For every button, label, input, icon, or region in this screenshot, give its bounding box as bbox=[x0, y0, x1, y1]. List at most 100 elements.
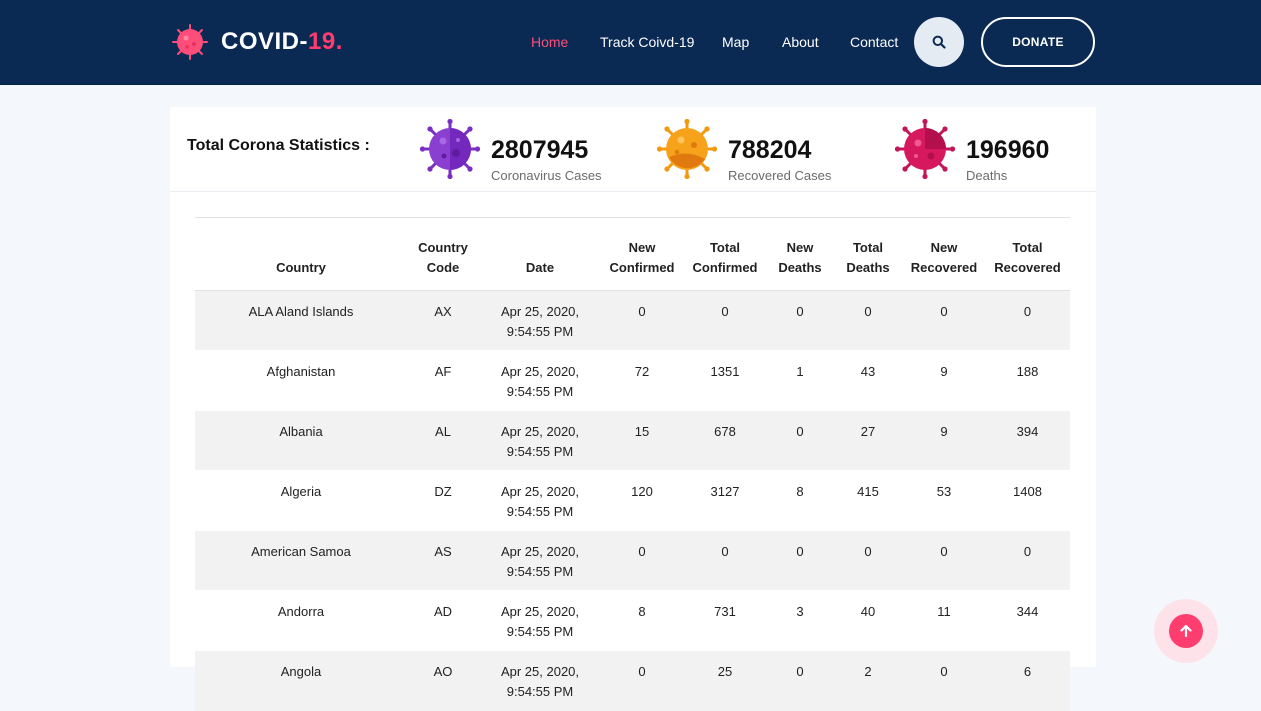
col-total-recovered[interactable]: Total Recovered bbox=[985, 217, 1070, 291]
back-to-top-button[interactable] bbox=[1154, 599, 1218, 663]
nav-map[interactable]: Map bbox=[722, 33, 749, 51]
nav-contact[interactable]: Contact bbox=[850, 33, 898, 51]
cell-country: American Samoa bbox=[195, 530, 407, 591]
nav-about[interactable]: About bbox=[782, 33, 819, 51]
cell-code: AS bbox=[407, 530, 479, 591]
cell-new-deaths: 1 bbox=[767, 350, 833, 411]
table-row[interactable]: Angola AO Apr 25, 2020, 9:54:55 PM 0 25 0 2 0 6 bbox=[195, 650, 1070, 711]
cell-total-confirmed: 3127 bbox=[683, 470, 767, 531]
cell-total-recovered: 344 bbox=[985, 590, 1070, 651]
table-row[interactable]: American Samoa AS Apr 25, 2020, 9:54:55 PM 0… bbox=[195, 530, 1070, 591]
donate-button[interactable]: DONATE bbox=[981, 17, 1095, 67]
cell-code: AL bbox=[407, 410, 479, 471]
stats-title: Total Corona Statistics : bbox=[187, 137, 370, 154]
col-total-deaths[interactable]: Total Deaths bbox=[833, 217, 903, 291]
cell-total-recovered: 394 bbox=[985, 410, 1070, 471]
table-row[interactable]: ALA Aland Islands AX Apr 25, 2020, 9:54:55 … bbox=[195, 290, 1070, 351]
cell-date: Apr 25, 2020, 9:54:55 PM bbox=[479, 590, 601, 651]
cases-count: 2807945 bbox=[491, 136, 589, 164]
cell-date-line-1: Apr 25, 2020, bbox=[500, 664, 580, 679]
col-total-confirmed[interactable]: Total Confirmed bbox=[683, 217, 767, 291]
cell-total-recovered: 1408 bbox=[985, 470, 1070, 531]
cell-new-confirmed: 15 bbox=[601, 410, 683, 471]
cell-date-line-2: 9:54:55 PM bbox=[506, 684, 574, 699]
cell-date-line-1: Apr 25, 2020, bbox=[500, 484, 580, 499]
cell-total-confirmed: 0 bbox=[683, 530, 767, 591]
country-table-wrapper[interactable]: Country Country Code Date New Confirmed To… bbox=[195, 217, 1070, 711]
cell-date-line-1: Apr 25, 2020, bbox=[500, 304, 580, 319]
cell-date: Apr 25, 2020, 9:54:55 PM bbox=[479, 410, 601, 471]
arrow-up-icon bbox=[1180, 624, 1192, 638]
cell-date: Apr 25, 2020, 9:54:55 PM bbox=[479, 650, 601, 711]
cell-new-confirmed: 72 bbox=[601, 350, 683, 411]
table-row[interactable]: Albania AL Apr 25, 2020, 9:54:55 PM 15 678 0 27… bbox=[195, 410, 1070, 471]
cell-total-recovered: 0 bbox=[985, 290, 1070, 351]
table-row[interactable]: Algeria DZ Apr 25, 2020, 9:54:55 PM 120 3127 8… bbox=[195, 470, 1070, 531]
cell-total-confirmed: 0 bbox=[683, 290, 767, 351]
brand-name-main: COVID- bbox=[221, 28, 308, 55]
stats-summary: Total Corona Statistics : 2807945 Corona… bbox=[170, 107, 1096, 192]
brand-name: COVID-19. bbox=[221, 28, 343, 56]
cell-new-recovered: 9 bbox=[903, 410, 985, 471]
col-new-recovered[interactable]: New Recovered bbox=[903, 217, 985, 291]
cell-total-deaths: 0 bbox=[833, 290, 903, 351]
virus-orange-icon bbox=[657, 119, 717, 179]
cell-country: Afghanistan bbox=[195, 350, 407, 411]
cell-new-deaths: 8 bbox=[767, 470, 833, 531]
cell-total-recovered: 0 bbox=[985, 530, 1070, 591]
table-body: ALA Aland Islands AX Apr 25, 2020, 9:54:55 … bbox=[195, 290, 1070, 711]
cell-date: Apr 25, 2020, 9:54:55 PM bbox=[479, 290, 601, 351]
col-country[interactable]: Country bbox=[195, 217, 407, 291]
search-button[interactable] bbox=[914, 17, 964, 67]
cell-country: Albania bbox=[195, 410, 407, 471]
cell-total-deaths: 2 bbox=[833, 650, 903, 711]
cell-new-recovered: 0 bbox=[903, 650, 985, 711]
back-to-top-circle bbox=[1169, 614, 1203, 648]
cell-country: ALA Aland Islands bbox=[195, 290, 407, 351]
cell-new-deaths: 3 bbox=[767, 590, 833, 651]
cases-label: Coronavirus Cases bbox=[491, 168, 602, 183]
cell-new-deaths: 0 bbox=[767, 410, 833, 471]
cell-country: Angola bbox=[195, 650, 407, 711]
nav-track[interactable]: Track Coivd-19 bbox=[600, 33, 694, 51]
cell-new-recovered: 9 bbox=[903, 350, 985, 411]
cell-total-deaths: 43 bbox=[833, 350, 903, 411]
cell-new-deaths: 0 bbox=[767, 650, 833, 711]
cell-total-confirmed: 678 bbox=[683, 410, 767, 471]
deaths-count: 196960 bbox=[966, 136, 1050, 164]
cell-total-recovered: 188 bbox=[985, 350, 1070, 411]
cell-date-line-2: 9:54:55 PM bbox=[506, 384, 574, 399]
cell-total-deaths: 40 bbox=[833, 590, 903, 651]
cell-total-confirmed: 731 bbox=[683, 590, 767, 651]
table-row[interactable]: Afghanistan AF Apr 25, 2020, 9:54:55 PM 72 13… bbox=[195, 350, 1070, 411]
cell-new-confirmed: 8 bbox=[601, 590, 683, 651]
cell-date-line-1: Apr 25, 2020, bbox=[500, 364, 580, 379]
cell-code: AO bbox=[407, 650, 479, 711]
cell-country: Andorra bbox=[195, 590, 407, 651]
cell-date: Apr 25, 2020, 9:54:55 PM bbox=[479, 530, 601, 591]
table-row[interactable]: Andorra AD Apr 25, 2020, 9:54:55 PM 8 731 3 40 1… bbox=[195, 590, 1070, 651]
deaths-label: Deaths bbox=[966, 168, 1008, 183]
col-date[interactable]: Date bbox=[479, 217, 601, 291]
cell-new-confirmed: 0 bbox=[601, 650, 683, 711]
cell-new-confirmed: 120 bbox=[601, 470, 683, 531]
cell-date-line-2: 9:54:55 PM bbox=[506, 624, 574, 639]
cell-total-deaths: 27 bbox=[833, 410, 903, 471]
table-header-row: Country Country Code Date New Confirmed To… bbox=[195, 217, 1070, 291]
cell-code: AX bbox=[407, 290, 479, 351]
brand-logo[interactable]: COVID-19. bbox=[172, 24, 343, 60]
col-new-deaths[interactable]: New Deaths bbox=[767, 217, 833, 291]
virus-logo-icon bbox=[172, 24, 208, 60]
col-country-code[interactable]: Country Code bbox=[407, 217, 479, 291]
cell-code: AF bbox=[407, 350, 479, 411]
cell-new-deaths: 0 bbox=[767, 530, 833, 591]
col-new-confirmed[interactable]: New Confirmed bbox=[601, 217, 683, 291]
cell-total-deaths: 0 bbox=[833, 530, 903, 591]
virus-red-icon bbox=[895, 119, 955, 179]
cell-new-confirmed: 0 bbox=[601, 290, 683, 351]
cell-new-recovered: 0 bbox=[903, 290, 985, 351]
nav-home[interactable]: Home bbox=[531, 33, 568, 51]
cell-new-confirmed: 0 bbox=[601, 530, 683, 591]
cell-date-line-1: Apr 25, 2020, bbox=[500, 604, 580, 619]
cell-country: Algeria bbox=[195, 470, 407, 531]
